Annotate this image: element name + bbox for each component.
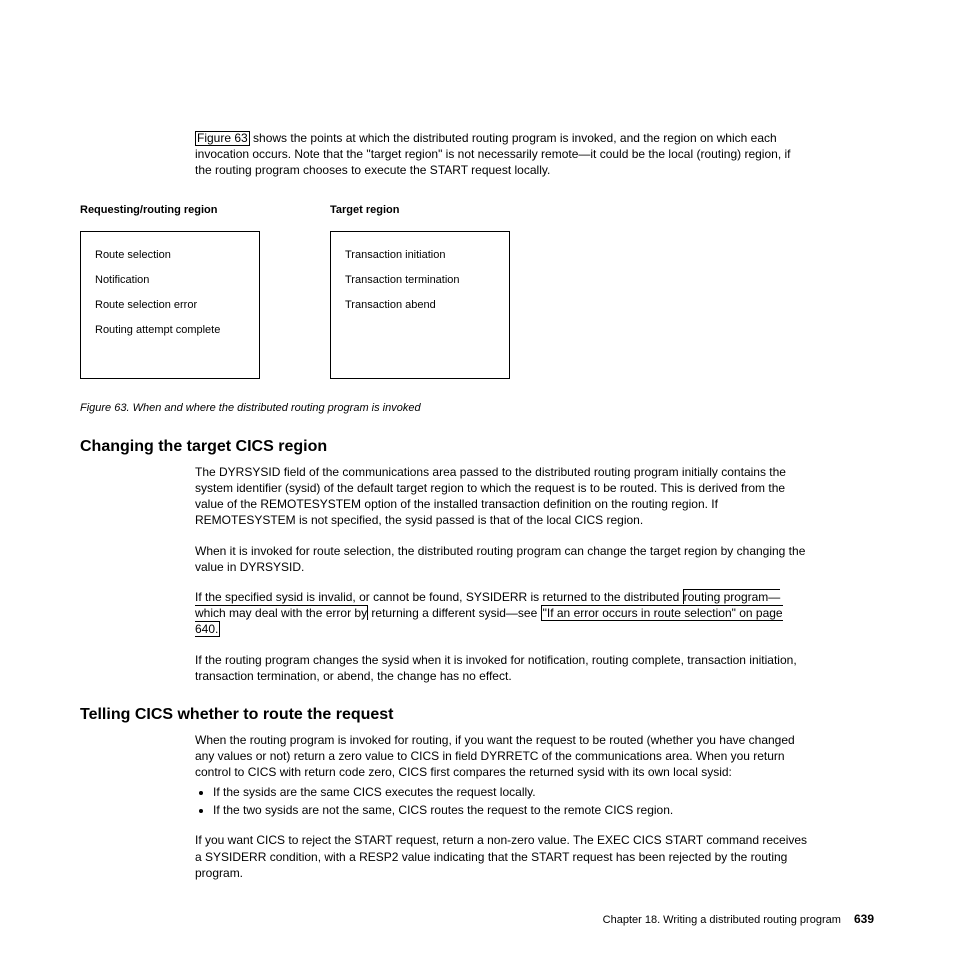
- p3-text-a: If the specified sysid is invalid, or ca…: [195, 590, 683, 604]
- right-item: Transaction abend: [345, 298, 495, 313]
- right-item: Transaction termination: [345, 273, 495, 288]
- page-footer: Chapter 18. Writing a distributed routin…: [603, 911, 874, 928]
- section1-p3: If the specified sysid is invalid, or ca…: [195, 589, 810, 638]
- right-column-header: Target region: [330, 203, 510, 218]
- bullet-list: If the sysids are the same CICS executes…: [195, 784, 810, 818]
- left-item: Route selection error: [95, 298, 245, 313]
- diagram-right-column: Target region Transaction initiation Tra…: [330, 203, 510, 380]
- left-item: Routing attempt complete: [95, 323, 245, 338]
- left-column-header: Requesting/routing region: [80, 203, 330, 218]
- section-heading-2: Telling CICS whether to route the reques…: [80, 704, 874, 726]
- section-heading-1: Changing the target CICS region: [80, 436, 874, 458]
- section2-p2: If you want CICS to reject the START req…: [195, 832, 810, 881]
- section1-p2: When it is invoked for route selection, …: [195, 543, 810, 575]
- intro-paragraph: Figure 63 shows the points at which the …: [195, 130, 810, 179]
- document-page: Figure 63 shows the points at which the …: [0, 0, 954, 954]
- section1-p1: The DYRSYSID field of the communications…: [195, 464, 810, 529]
- diagram-left-column: Requesting/routing region Route selectio…: [80, 203, 330, 380]
- list-item: If the two sysids are not the same, CICS…: [213, 802, 810, 818]
- left-item: Route selection: [95, 248, 245, 263]
- section1-p4: If the routing program changes the sysid…: [195, 652, 810, 684]
- figure-caption: Figure 63. When and where the distribute…: [80, 401, 874, 416]
- intro-text: shows the points at which the distribute…: [195, 131, 791, 177]
- section2-p1: When the routing program is invoked for …: [195, 732, 810, 781]
- right-item: Transaction initiation: [345, 248, 495, 263]
- figure-link[interactable]: Figure 63: [195, 131, 250, 146]
- p3-text-c: returning a different sysid—see: [368, 606, 541, 620]
- figure-diagram: Requesting/routing region Route selectio…: [80, 203, 874, 380]
- left-item: Notification: [95, 273, 245, 288]
- footer-page-number: 639: [854, 912, 874, 926]
- right-box: Transaction initiation Transaction termi…: [330, 231, 510, 379]
- list-item: If the sysids are the same CICS executes…: [213, 784, 810, 800]
- left-box: Route selection Notification Route selec…: [80, 231, 260, 379]
- footer-chapter: Chapter 18. Writing a distributed routin…: [603, 914, 841, 926]
